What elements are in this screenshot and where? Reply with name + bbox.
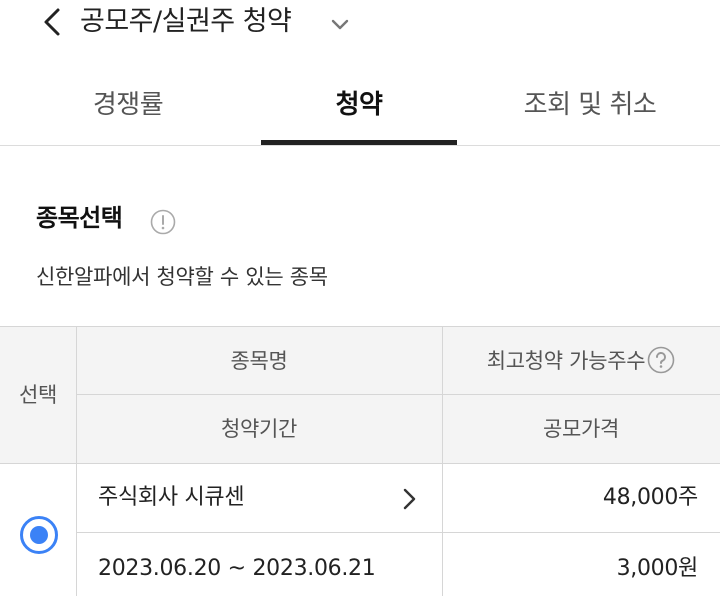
divider xyxy=(76,532,720,533)
tab-competition-rate[interactable]: 경쟁률 xyxy=(48,70,208,146)
header-max-shares-label: 최고청약 가능주수 xyxy=(486,349,646,373)
radio-selected-dot xyxy=(30,526,48,544)
header-price: 공모가격 xyxy=(542,417,620,441)
chevron-right-icon[interactable] xyxy=(396,486,422,512)
page-title[interactable]: 공모주/실권주 청약 xyxy=(80,2,292,42)
app-header: 공모주/실권주 청약 xyxy=(0,0,720,50)
section-description: 신한알파에서 청약할 수 있는 종목 xyxy=(36,265,328,289)
stock-name[interactable]: 주식회사 시큐센 xyxy=(98,481,245,515)
header-max-shares: 최고청약 가능주수 xyxy=(442,346,720,376)
header-stock-name: 종목명 xyxy=(230,349,288,373)
back-arrow-icon[interactable] xyxy=(38,4,68,40)
section-title: 종목선택 xyxy=(36,204,123,232)
tab-bar: 경쟁률 청약 조회 및 취소 xyxy=(0,70,720,146)
stock-table: 선택 종목명 최고청약 가능주수 청약기간 공모가격 주식회사 시큐센 48,0… xyxy=(0,326,720,596)
active-tab-indicator xyxy=(261,140,457,145)
max-shares-value: 48,000주 xyxy=(602,485,698,510)
offering-price: 3,000원 xyxy=(616,556,699,581)
question-icon[interactable] xyxy=(647,346,675,374)
chevron-down-icon[interactable] xyxy=(328,12,352,36)
divider xyxy=(76,394,720,395)
header-select: 선택 xyxy=(18,383,58,407)
header-period: 청약기간 xyxy=(220,417,298,441)
tab-inquiry-cancel[interactable]: 조회 및 취소 xyxy=(500,70,680,146)
tab-subscription[interactable]: 청약 xyxy=(261,70,457,146)
info-icon[interactable] xyxy=(150,209,176,235)
subscription-period: 2023.06.20 ~ 2023.06.21 xyxy=(98,556,376,581)
stock-select-radio[interactable] xyxy=(20,516,58,554)
